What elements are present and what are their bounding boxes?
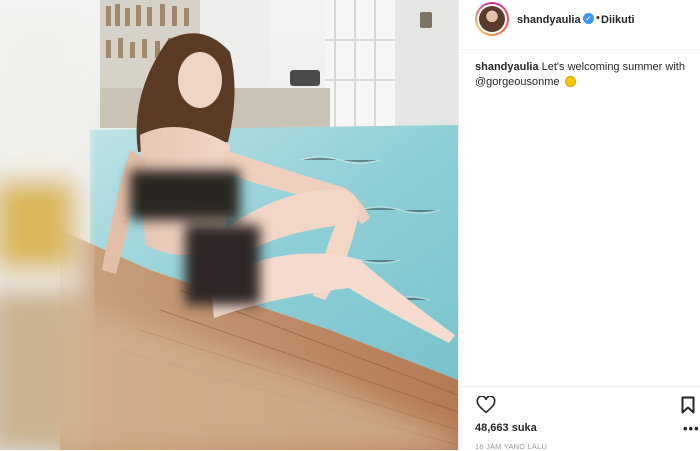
likes-count[interactable]: 48,663 suka bbox=[475, 422, 537, 434]
pool-photo bbox=[0, 0, 458, 450]
instagram-post: shandyaulia ✓ • Diikuti shandyaulia Let'… bbox=[0, 0, 700, 451]
caption-username[interactable]: shandyaulia bbox=[475, 61, 539, 73]
bookmark-icon[interactable] bbox=[681, 396, 695, 414]
verified-badge-icon: ✓ bbox=[583, 13, 594, 24]
post-actions: 48,663 suka ••• 16 JAM YANG LALU bbox=[459, 386, 700, 451]
avatar-ring bbox=[477, 4, 507, 34]
more-options-button[interactable]: ••• bbox=[683, 421, 700, 436]
sun-emoji-icon bbox=[564, 76, 576, 87]
avatar[interactable] bbox=[475, 2, 509, 36]
caption-mention[interactable]: @gorgeousonme bbox=[475, 76, 560, 88]
header-separator: • bbox=[596, 12, 600, 24]
post-photo[interactable] bbox=[0, 0, 458, 450]
heart-icon[interactable] bbox=[476, 396, 496, 414]
post-side-panel: shandyaulia ✓ • Diikuti shandyaulia Let'… bbox=[458, 0, 700, 451]
avatar-photo bbox=[479, 6, 505, 32]
post-header: shandyaulia ✓ • Diikuti bbox=[459, 0, 700, 50]
author-username[interactable]: shandyaulia bbox=[517, 14, 581, 26]
caption-text: Let's welcoming summer with bbox=[541, 61, 685, 73]
post-caption: shandyaulia Let's welcoming summer with … bbox=[475, 60, 693, 90]
follow-status-button[interactable]: Diikuti bbox=[601, 14, 635, 26]
